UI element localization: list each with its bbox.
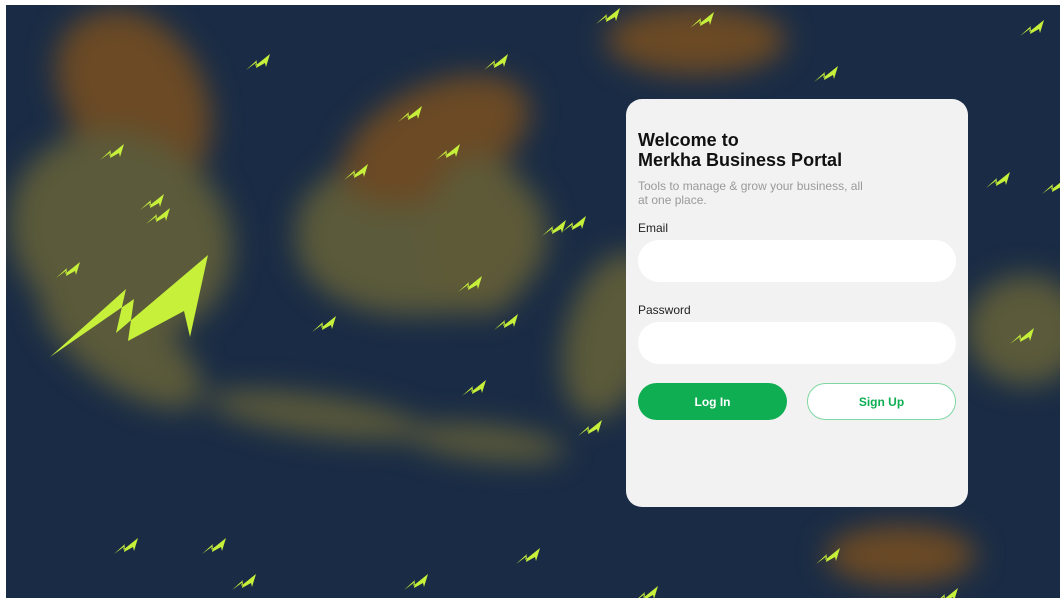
welcome-title: Welcome to Merkha Business Portal	[638, 130, 956, 170]
lightning-bolt-icon	[246, 53, 270, 71]
email-label: Email	[638, 221, 669, 235]
lightning-bolt-icon	[690, 11, 714, 29]
lightning-bolt-icon	[1042, 177, 1060, 195]
welcome-subtitle: Tools to manage & grow your business, al…	[638, 179, 863, 207]
signup-button[interactable]: Sign Up	[807, 383, 956, 420]
auth-buttons: Log In Sign Up	[638, 383, 956, 420]
lightning-bolt-icon	[344, 163, 368, 181]
welcome-title-line1: Welcome to	[638, 130, 739, 150]
lightning-bolt-icon	[398, 105, 422, 123]
lightning-bolt-icon	[596, 7, 620, 25]
password-field[interactable]	[638, 322, 956, 364]
lightning-bolt-icon	[146, 207, 170, 225]
lightning-bolt-icon	[816, 547, 840, 565]
email-field[interactable]	[638, 240, 956, 282]
lightning-bolt-icon	[232, 573, 256, 591]
lightning-bolt-icon	[202, 537, 226, 555]
lightning-bolt-icon	[458, 275, 482, 293]
password-label: Password	[638, 303, 691, 317]
brand-bolt-logo	[50, 249, 208, 359]
login-card: Welcome to Merkha Business Portal Tools …	[626, 99, 968, 507]
lightning-bolt-icon	[986, 171, 1010, 189]
lightning-bolt-icon	[634, 585, 658, 598]
lightning-bolt-icon	[516, 547, 540, 565]
lightning-bolt-icon	[404, 573, 428, 591]
lightning-bolt-icon	[578, 419, 602, 437]
lightning-bolt-icon	[1020, 19, 1044, 37]
lightning-bolt-icon	[114, 537, 138, 555]
lightning-bolt-icon	[100, 143, 124, 161]
lightning-bolt-icon	[462, 379, 486, 397]
lightning-bolt-icon	[494, 313, 518, 331]
lightning-bolt-icon	[814, 65, 838, 83]
login-button[interactable]: Log In	[638, 383, 787, 420]
lightning-bolt-icon	[562, 215, 586, 233]
lightning-bolt-icon	[436, 143, 460, 161]
lightning-bolt-icon	[934, 587, 958, 598]
welcome-title-line2: Merkha Business Portal	[638, 150, 843, 170]
lightning-bolt-icon	[484, 53, 508, 71]
lightning-bolt-icon	[312, 315, 336, 333]
lightning-bolt-icon	[1010, 327, 1034, 345]
